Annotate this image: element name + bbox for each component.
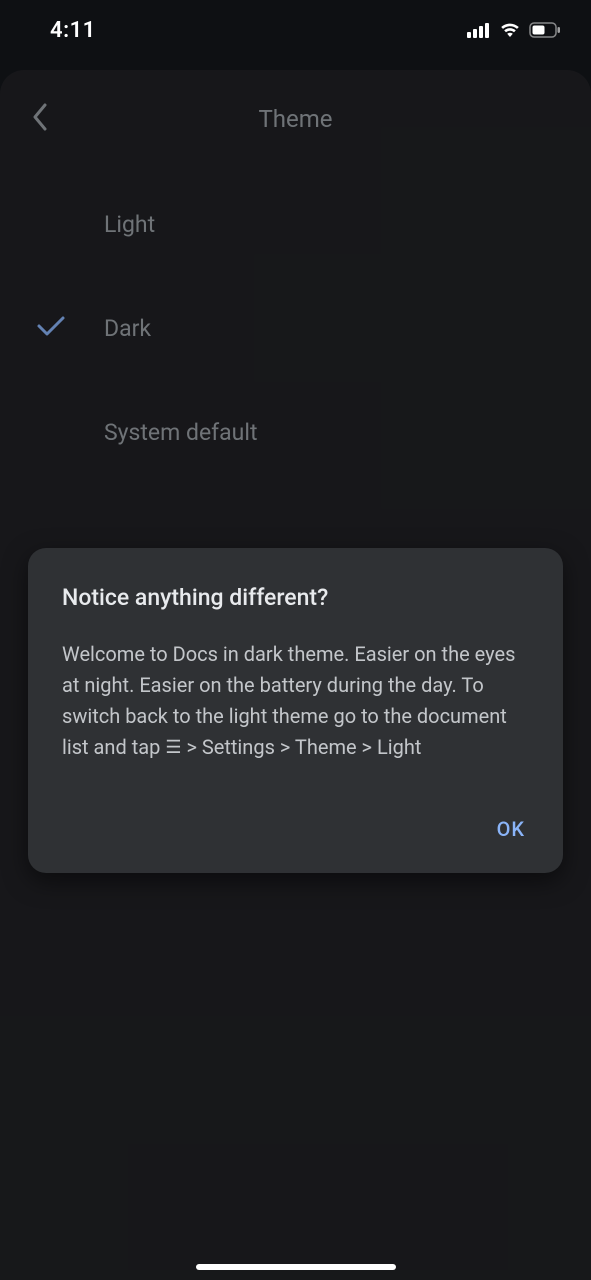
status-bar: 4:11 [0, 0, 591, 60]
theme-options: Light Dark System default [0, 154, 591, 484]
page-title: Theme [258, 105, 332, 133]
ok-button[interactable]: OK [493, 807, 529, 851]
status-indicators [467, 22, 561, 38]
back-button[interactable] [18, 97, 62, 141]
theme-option-dark[interactable]: Dark [0, 276, 591, 380]
option-label: System default [104, 419, 257, 446]
dark-theme-dialog: Notice anything different? Welcome to Do… [28, 548, 563, 873]
home-indicator[interactable] [196, 1264, 396, 1270]
theme-option-system-default[interactable]: System default [0, 380, 591, 484]
dialog-actions: OK [62, 807, 529, 851]
theme-sheet: Theme Light Dark System default Notice a… [0, 70, 591, 1280]
option-label: Dark [104, 315, 151, 342]
dialog-title: Notice anything different? [62, 584, 529, 611]
hamburger-menu-icon: ☰ [165, 734, 181, 762]
dialog-body: Welcome to Docs in dark theme. Easier on… [62, 639, 529, 763]
wifi-icon [499, 22, 521, 38]
option-label: Light [104, 211, 155, 238]
dialog-body-after: > Settings > Theme > Light [181, 735, 421, 759]
header: Theme [0, 84, 591, 154]
cellular-icon [467, 22, 491, 38]
theme-option-light[interactable]: Light [0, 172, 591, 276]
chevron-left-icon [31, 102, 49, 136]
checkmark-icon [36, 314, 66, 342]
status-time: 4:11 [50, 18, 96, 43]
check-slot [36, 314, 104, 342]
battery-icon [529, 22, 561, 38]
